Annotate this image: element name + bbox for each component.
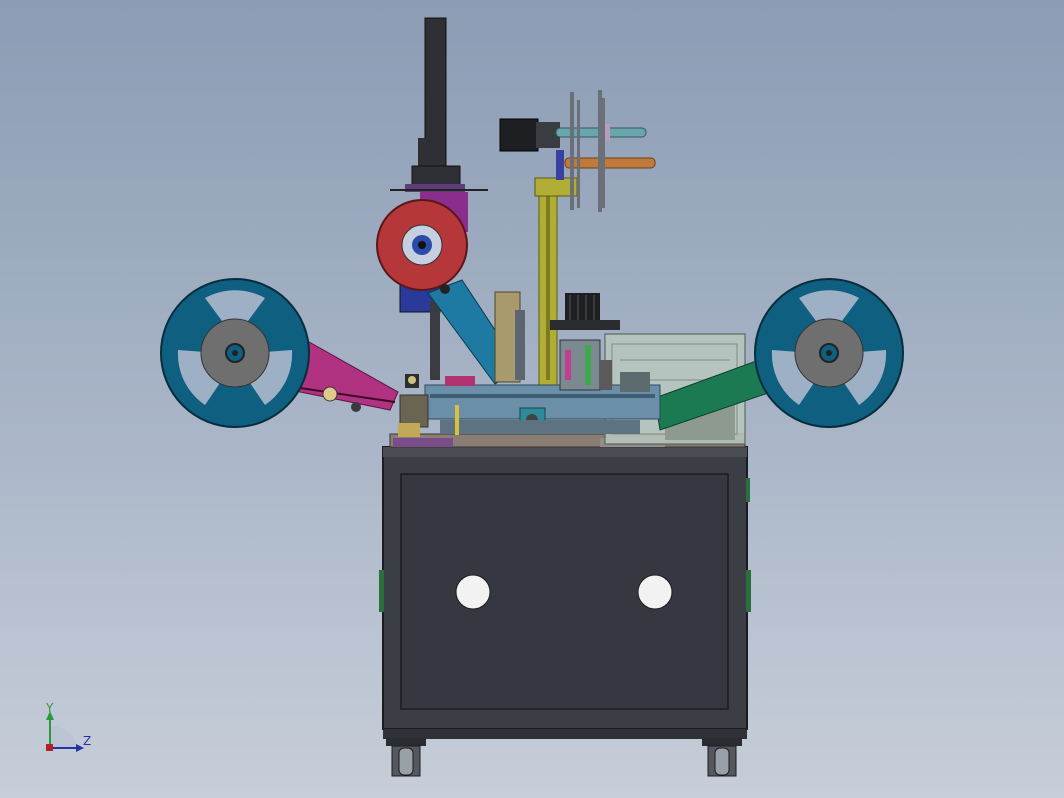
cabinet-door — [400, 473, 729, 710]
caster-wheel-left — [386, 738, 426, 777]
side-handle-right — [746, 570, 751, 612]
z-axis-label: Z — [83, 734, 91, 748]
caster-wheel-right — [702, 738, 742, 777]
side-handle-left — [379, 570, 384, 612]
y-axis-label: Y — [45, 701, 54, 715]
right-tape-reel — [754, 278, 904, 428]
tape-roll — [376, 199, 468, 291]
gear-block — [550, 293, 620, 330]
motor-unit — [499, 118, 560, 152]
cad-viewport[interactable]: Y Z — [0, 0, 1064, 798]
left-tape-reel — [160, 278, 310, 428]
door-hole-right — [637, 574, 673, 610]
machine-cabinet — [379, 446, 751, 739]
door-hole-left — [455, 574, 491, 610]
axes-triad: Y Z — [45, 701, 91, 752]
